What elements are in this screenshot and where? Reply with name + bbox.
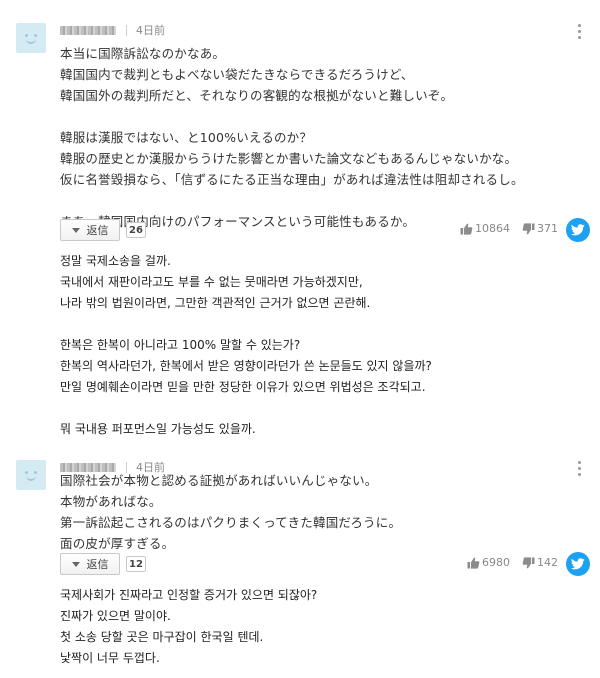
avatar-smile-icon [26, 476, 36, 481]
avatar-eye-icon [34, 34, 37, 37]
avatar [16, 23, 46, 53]
reply-button[interactable]: 返信 [60, 553, 120, 575]
like-count: 10864 [475, 222, 510, 235]
comment-body-original: 国際社会が本物と認める証拠があればいいんじゃない。 本物があればな。 第一訴訟起… [60, 473, 402, 551]
avatar [16, 460, 46, 490]
reply-count-badge: 26 [126, 222, 146, 238]
avatar-eye-icon [25, 34, 28, 37]
avatar-eye-icon [25, 471, 28, 474]
like-count: 6980 [482, 556, 510, 569]
username-redacted[interactable] [60, 25, 116, 35]
meta-divider [126, 24, 127, 36]
more-options-icon[interactable] [578, 24, 582, 39]
avatar-eye-icon [34, 471, 37, 474]
caret-down-icon [71, 227, 80, 233]
thumbs-down-icon [522, 556, 535, 568]
reply-count-badge: 12 [126, 556, 146, 572]
comment-body-translation: 국제사회가 진짜라고 인정할 증거가 있으면 되잖아? 진짜가 있으면 말이야.… [60, 588, 318, 665]
avatar-smile-icon [26, 39, 36, 44]
dislike-count: 371 [537, 222, 558, 235]
reply-label: 返信 [86, 558, 109, 571]
reply-button[interactable]: 返信 [60, 219, 120, 241]
dislike-count: 142 [537, 556, 558, 569]
vote-group: 10864 371 [460, 222, 558, 235]
comment-actions: 返信 26 10864 371 [60, 218, 590, 245]
twitter-share-button[interactable] [566, 552, 590, 576]
comment-date: 4日前 [136, 24, 165, 37]
dislike-button[interactable]: 371 [522, 222, 558, 235]
thumbs-up-icon [467, 557, 480, 569]
reply-label: 返信 [86, 224, 109, 237]
twitter-bird-icon [571, 558, 585, 570]
like-button[interactable]: 6980 [467, 556, 510, 569]
comment-body-original: 本当に国際訴訟なのかなあ。 韓国国内で裁判ともよべない袋だたきならできるだろうけ… [60, 46, 524, 229]
like-button[interactable]: 10864 [460, 222, 510, 235]
comment-meta: 4日前 [60, 22, 165, 38]
caret-down-icon [71, 561, 80, 567]
comment-actions: 返信 12 6980 142 [60, 552, 590, 579]
dislike-button[interactable]: 142 [522, 556, 558, 569]
comment-body-translation: 정말 국제소송을 걸까. 국내에서 재판이라고도 부를 수 없는 뭇매라면 가능… [60, 254, 432, 436]
thumbs-down-icon [522, 222, 535, 234]
twitter-share-button[interactable] [566, 218, 590, 242]
twitter-bird-icon [571, 224, 585, 236]
thumbs-up-icon [460, 223, 473, 235]
vote-group: 6980 142 [467, 556, 558, 569]
